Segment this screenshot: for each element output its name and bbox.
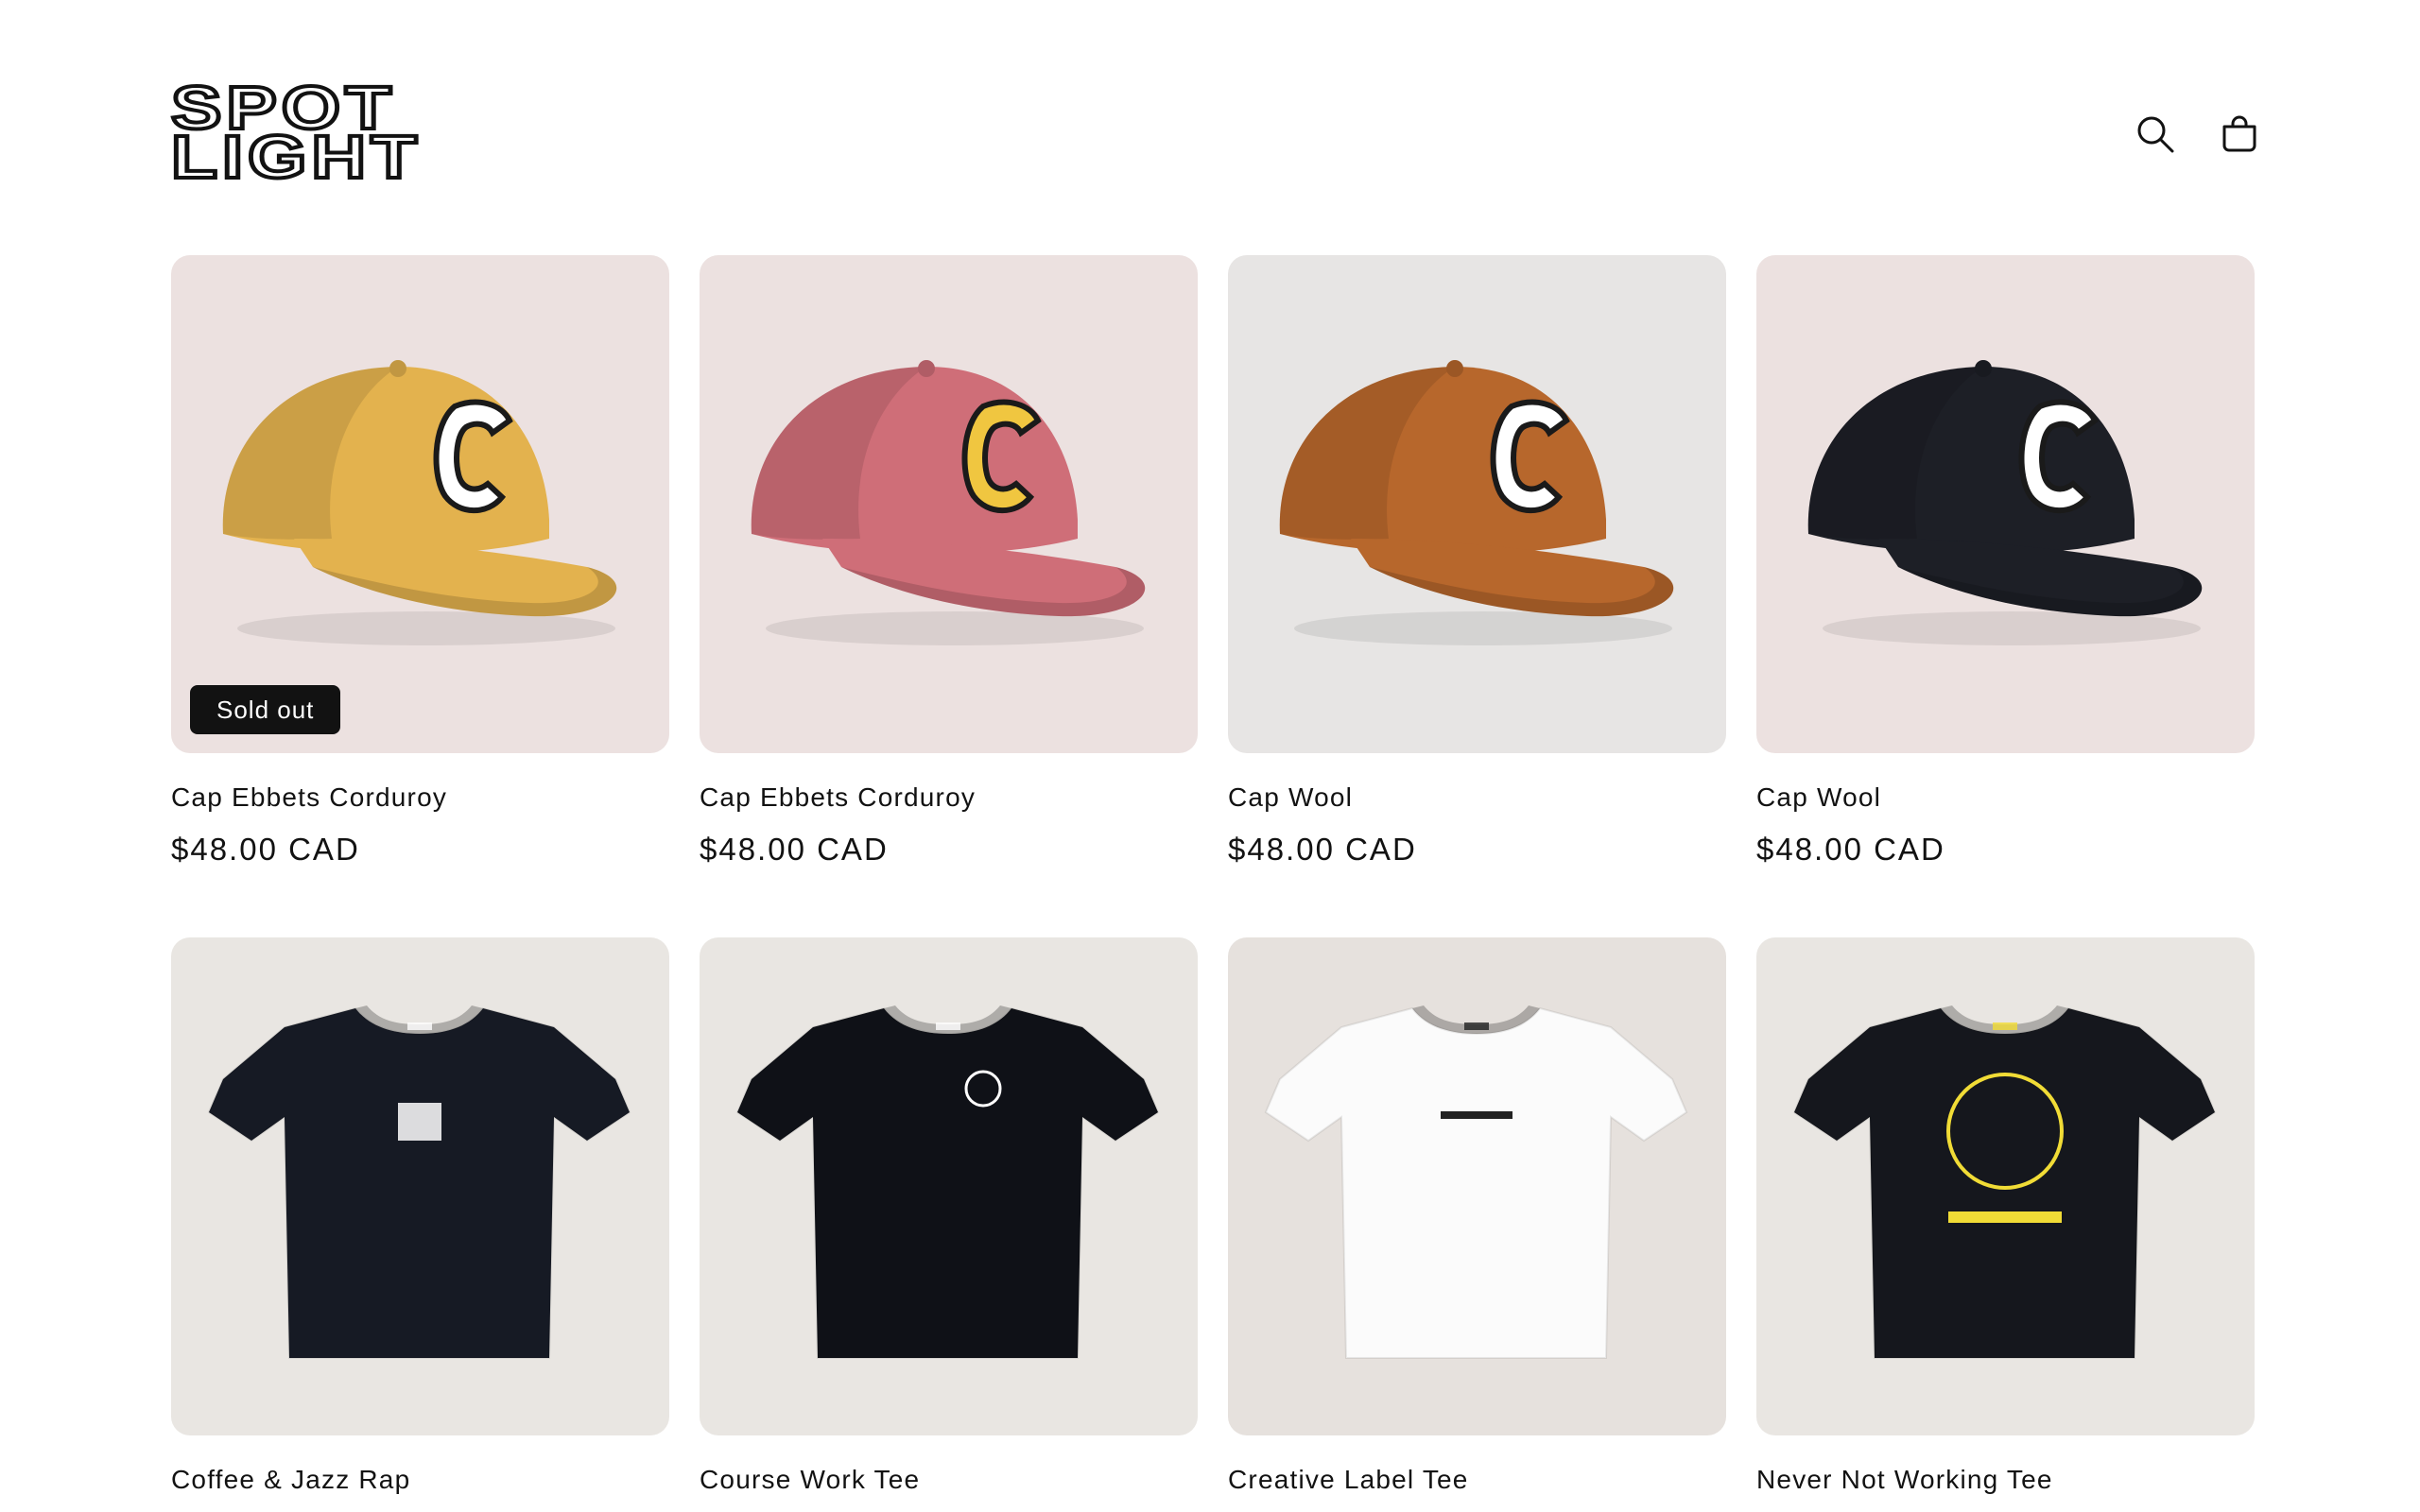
product-price: $48.00 CAD xyxy=(1228,832,1417,867)
site-header: SPOT LIGHT xyxy=(0,0,2420,236)
search-button[interactable] xyxy=(2131,110,2180,159)
sold-out-badge: Sold out xyxy=(190,685,341,734)
tee-illustration xyxy=(1228,937,1726,1435)
product-image[interactable] xyxy=(1228,255,1726,753)
product-image[interactable] xyxy=(700,937,1198,1435)
cart-button[interactable] xyxy=(2215,110,2264,159)
cart-icon xyxy=(2222,115,2256,152)
product-price: $48.00 CAD xyxy=(1756,832,1945,867)
product-image[interactable] xyxy=(1228,937,1726,1435)
product-card[interactable]: Never Not Working Tee xyxy=(1756,937,2255,1494)
product-card[interactable]: Creative Label Tee xyxy=(1228,937,1726,1494)
product-title[interactable]: Coffee & Jazz Rap xyxy=(171,1465,410,1495)
product-card[interactable]: Cap Wool $48.00 CAD xyxy=(1756,255,2255,867)
product-title[interactable]: Cap Wool xyxy=(1756,782,1881,813)
product-card[interactable]: Coffee & Jazz Rap xyxy=(171,937,669,1494)
product-title[interactable]: Creative Label Tee xyxy=(1228,1465,1469,1495)
tee-illustration xyxy=(171,937,669,1435)
cap-illustration xyxy=(1228,255,1726,753)
cap-illustration xyxy=(700,255,1198,753)
product-title[interactable]: Cap Ebbets Corduroy xyxy=(171,782,447,813)
cap-illustration xyxy=(171,255,669,753)
product-title[interactable]: Never Not Working Tee xyxy=(1756,1465,2053,1495)
tee-illustration xyxy=(1756,937,2255,1435)
brand-logo[interactable]: SPOT LIGHT xyxy=(169,76,420,189)
product-price: $48.00 CAD xyxy=(171,832,360,867)
product-price: $48.00 CAD xyxy=(700,832,889,867)
product-card[interactable]: Cap Wool $48.00 CAD xyxy=(1228,255,1726,867)
product-image[interactable] xyxy=(700,255,1198,753)
product-title[interactable]: Cap Ebbets Corduroy xyxy=(700,782,976,813)
product-image[interactable] xyxy=(171,937,669,1435)
product-image[interactable] xyxy=(1756,937,2255,1435)
product-title[interactable]: Cap Wool xyxy=(1228,782,1353,813)
product-card[interactable]: Sold out Cap Ebbets Corduroy $48.00 CAD xyxy=(171,255,669,867)
cap-illustration xyxy=(1756,255,2255,753)
tee-illustration xyxy=(700,937,1198,1435)
product-card[interactable]: Course Work Tee xyxy=(700,937,1198,1494)
product-image[interactable]: Sold out xyxy=(171,255,669,753)
product-image[interactable] xyxy=(1756,255,2255,753)
brand-logo-line-2: LIGHT xyxy=(169,123,422,191)
product-title[interactable]: Course Work Tee xyxy=(700,1465,920,1495)
product-card[interactable]: Cap Ebbets Corduroy $48.00 CAD xyxy=(700,255,1198,867)
search-icon xyxy=(2137,116,2174,153)
